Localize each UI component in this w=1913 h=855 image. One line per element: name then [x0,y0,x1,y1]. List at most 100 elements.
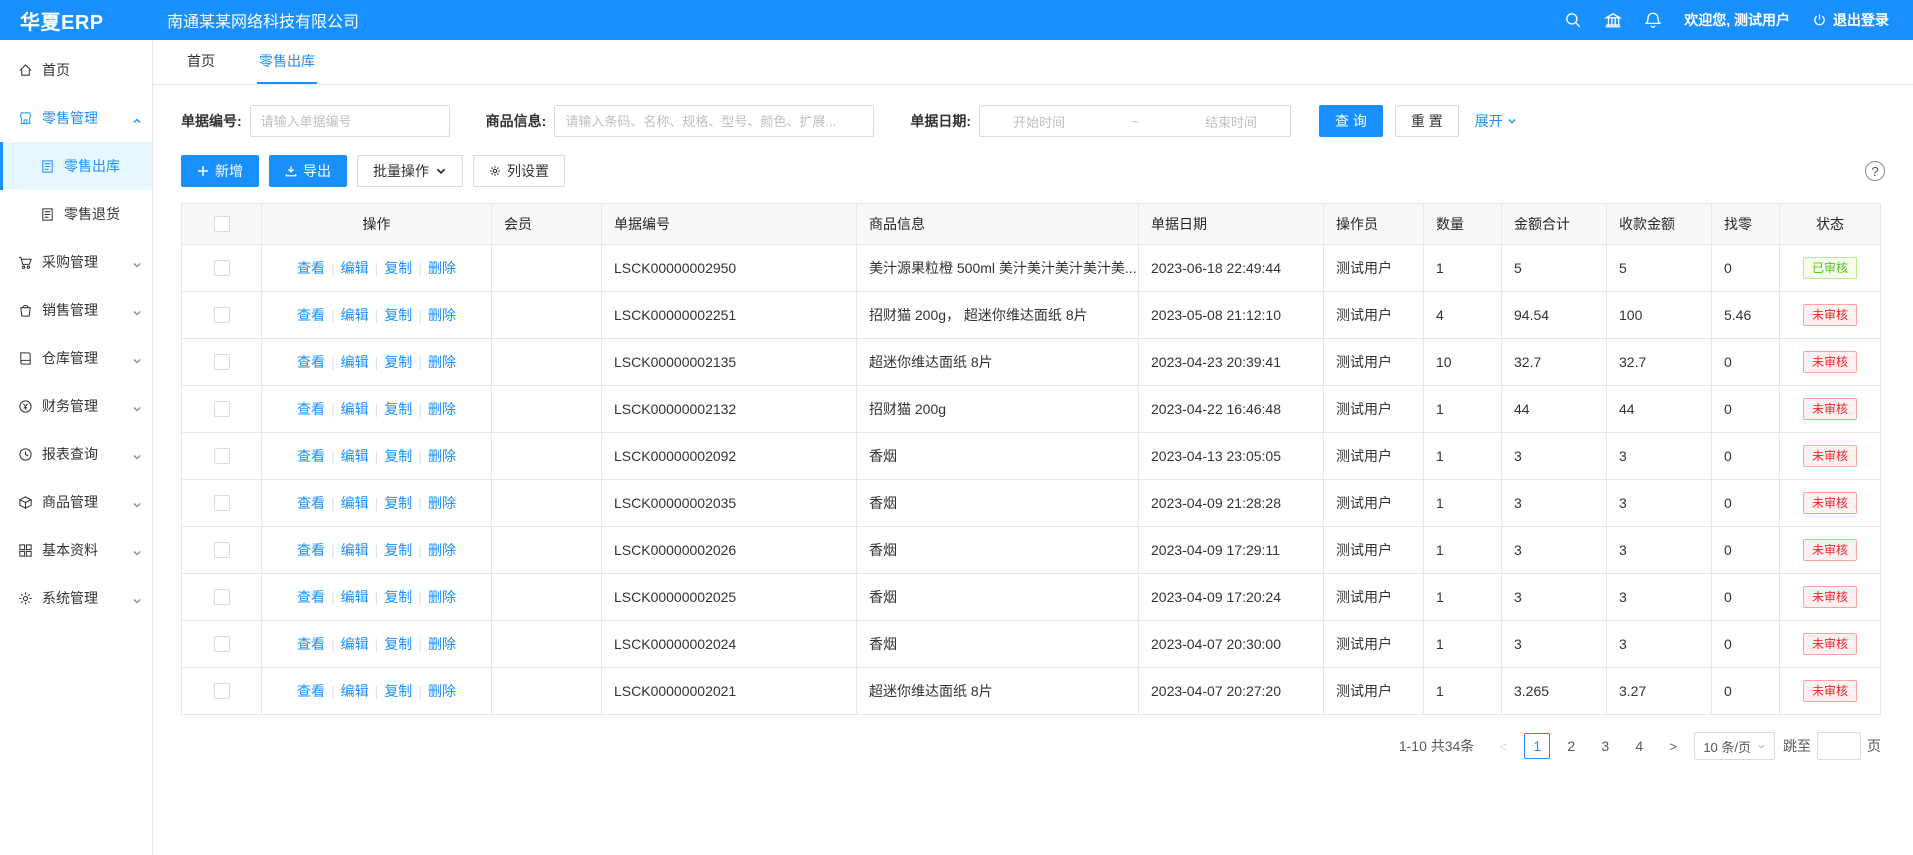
copy-link[interactable]: 复制 [384,305,412,325]
edit-link[interactable]: 编辑 [341,634,369,654]
sidebar-item-products[interactable]: 商品管理 [0,478,152,526]
product-info-input[interactable] [554,105,874,137]
delete-link[interactable]: 删除 [428,305,456,325]
page-number-3[interactable]: 3 [1592,733,1618,759]
tab-home[interactable]: 首页 [185,40,217,84]
row-checkbox[interactable] [214,354,230,370]
cell-qty: 1 [1424,668,1502,714]
prev-page-icon[interactable]: < [1490,733,1516,759]
search-icon[interactable] [1564,11,1582,29]
sidebar-item-sales[interactable]: 销售管理 [0,286,152,334]
cell-operator: 测试用户 [1324,433,1424,479]
edit-link[interactable]: 编辑 [341,352,369,372]
delete-link[interactable]: 删除 [428,258,456,278]
delete-link[interactable]: 删除 [428,587,456,607]
edit-link[interactable]: 编辑 [341,446,369,466]
sidebar-item-basic[interactable]: 基本资料 [0,526,152,574]
app-logo[interactable]: 华夏ERP [0,6,153,35]
copy-link[interactable]: 复制 [384,634,412,654]
edit-link[interactable]: 编辑 [341,258,369,278]
toolbar: 新增 导出 批量操作 列设置 ? [181,155,1885,187]
chevron-down-icon [132,497,142,507]
view-link[interactable]: 查看 [297,305,325,325]
platform-icon[interactable] [1604,11,1622,29]
copy-link[interactable]: 复制 [384,399,412,419]
date-start-placeholder[interactable]: 开始时间 [1013,112,1065,131]
row-checkbox[interactable] [214,307,230,323]
copy-link[interactable]: 复制 [384,681,412,701]
sidebar-item-retail-return[interactable]: 零售退货 [0,190,152,238]
copy-link[interactable]: 复制 [384,540,412,560]
view-link[interactable]: 查看 [297,634,325,654]
batch-actions-button[interactable]: 批量操作 [357,155,463,187]
sidebar-item-reports[interactable]: 报表查询 [0,430,152,478]
view-link[interactable]: 查看 [297,493,325,513]
next-page-icon[interactable]: > [1660,733,1686,759]
row-checkbox[interactable] [214,401,230,417]
date-end-placeholder[interactable]: 结束时间 [1205,112,1257,131]
edit-link[interactable]: 编辑 [341,540,369,560]
view-link[interactable]: 查看 [297,587,325,607]
page-unit-label: 页 [1867,736,1881,756]
logout-button[interactable]: 退出登录 [1812,10,1889,30]
row-checkbox[interactable] [214,495,230,511]
date-range-picker[interactable]: 开始时间 ~ 结束时间 [979,105,1291,137]
copy-link[interactable]: 复制 [384,446,412,466]
add-button[interactable]: 新增 [181,155,259,187]
row-checkbox[interactable] [214,636,230,652]
select-all-checkbox[interactable] [214,216,230,232]
copy-link[interactable]: 复制 [384,258,412,278]
sidebar-item-home[interactable]: 首页 [0,46,152,94]
page-number-4[interactable]: 4 [1626,733,1652,759]
delete-link[interactable]: 删除 [428,399,456,419]
page-number-2[interactable]: 2 [1558,733,1584,759]
edit-link[interactable]: 编辑 [341,305,369,325]
header-received: 收款金额 [1607,204,1712,244]
view-link[interactable]: 查看 [297,540,325,560]
page-number-1[interactable]: 1 [1524,733,1550,759]
view-link[interactable]: 查看 [297,446,325,466]
search-button[interactable]: 查 询 [1319,105,1383,137]
jump-input[interactable] [1817,732,1861,760]
row-checkbox[interactable] [214,589,230,605]
view-link[interactable]: 查看 [297,352,325,372]
column-settings-button[interactable]: 列设置 [473,155,565,187]
sidebar-item-finance[interactable]: 财务管理 [0,382,152,430]
notification-icon[interactable] [1644,11,1662,29]
status-badge: 未审核 [1803,445,1857,467]
edit-link[interactable]: 编辑 [341,681,369,701]
edit-link[interactable]: 编辑 [341,399,369,419]
sidebar-item-purchase[interactable]: 采购管理 [0,238,152,286]
view-link[interactable]: 查看 [297,681,325,701]
copy-link[interactable]: 复制 [384,352,412,372]
bill-no-input[interactable] [250,105,450,137]
sidebar-item-retail-out[interactable]: 零售出库 [0,142,152,190]
row-checkbox[interactable] [214,683,230,699]
export-button[interactable]: 导出 [269,155,347,187]
view-link[interactable]: 查看 [297,399,325,419]
delete-link[interactable]: 删除 [428,446,456,466]
row-checkbox[interactable] [214,260,230,276]
reset-button[interactable]: 重 置 [1395,105,1459,137]
copy-link[interactable]: 复制 [384,587,412,607]
edit-link[interactable]: 编辑 [341,493,369,513]
delete-link[interactable]: 删除 [428,540,456,560]
page-size-select[interactable]: 10 条/页 [1694,732,1775,760]
chevron-down-icon [132,305,142,315]
delete-link[interactable]: 删除 [428,493,456,513]
view-link[interactable]: 查看 [297,258,325,278]
box-icon [18,495,33,510]
copy-link[interactable]: 复制 [384,493,412,513]
tab-retail-out[interactable]: 零售出库 [257,40,317,84]
row-checkbox[interactable] [214,448,230,464]
edit-link[interactable]: 编辑 [341,587,369,607]
delete-link[interactable]: 删除 [428,634,456,654]
expand-link[interactable]: 展开 [1475,111,1517,131]
sidebar-item-retail[interactable]: 零售管理 [0,94,152,142]
delete-link[interactable]: 删除 [428,681,456,701]
row-checkbox[interactable] [214,542,230,558]
delete-link[interactable]: 删除 [428,352,456,372]
sidebar-item-warehouse[interactable]: 仓库管理 [0,334,152,382]
sidebar-item-system[interactable]: 系统管理 [0,574,152,622]
help-icon[interactable]: ? [1865,161,1885,181]
